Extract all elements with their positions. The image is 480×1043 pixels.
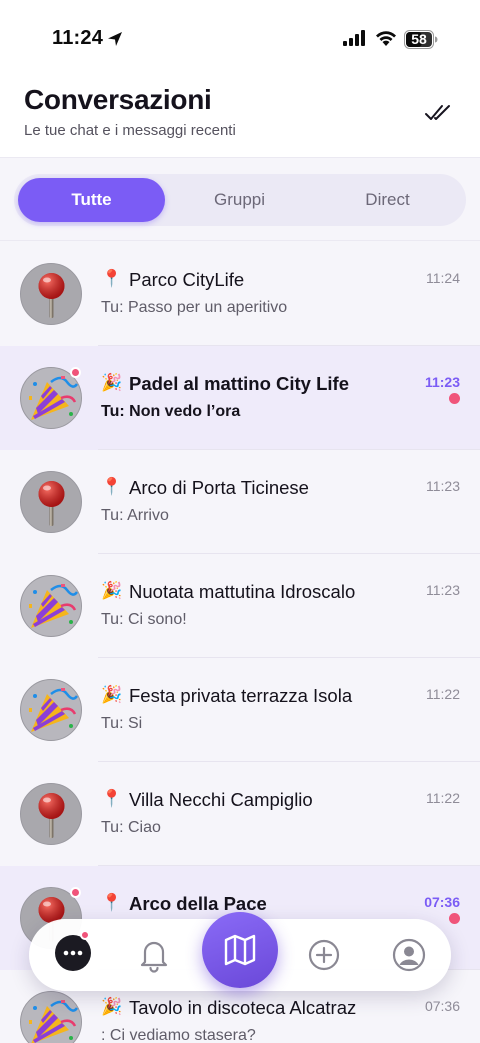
conversation-title: Nuotata mattutina Idroscalo: [129, 581, 356, 602]
conversation-title: Padel al mattino City Life: [129, 373, 349, 394]
conversation-title: Villa Necchi Campiglio: [129, 789, 313, 810]
conversation-time: 11:23: [426, 582, 460, 598]
profile-icon[interactable]: [391, 937, 427, 973]
tab-gruppi[interactable]: Gruppi: [166, 178, 313, 222]
map-pin-avatar[interactable]: [20, 783, 82, 845]
party-popper-avatar[interactable]: [20, 991, 82, 1043]
conversation-title: Tavolo in discoteca Alcatraz: [129, 997, 357, 1018]
conversation-row[interactable]: 📍 Arco di Porta Ticinese Tu: Arrivo 11:23: [0, 450, 480, 554]
map-pin-icon: 📍: [101, 789, 123, 808]
tab-direct[interactable]: Direct: [314, 178, 461, 222]
conversation-preview: Tu: Arrivo: [101, 507, 169, 524]
conversation-preview: : Ci vediamo stasera?: [101, 1027, 256, 1043]
cellular-signal-icon: [343, 30, 365, 46]
battery-level: 58: [411, 31, 427, 47]
conversation-time: 11:24: [426, 270, 460, 286]
conversation-title: Parco CityLife: [129, 269, 245, 290]
conversation-row[interactable]: 🎉 Nuotata mattutina Idroscalo Tu: Ci sono!…: [0, 554, 480, 658]
conversation-time: 07:36: [424, 894, 460, 910]
conversation-preview: Tu: Si: [101, 715, 143, 732]
conversation-time: 11:22: [426, 790, 460, 806]
party-popper-avatar[interactable]: [20, 575, 82, 637]
map-pin-icon: 📍: [101, 477, 123, 496]
filter-area: Tutte Gruppi Direct: [0, 159, 480, 241]
party-popper-icon: 🎉: [101, 997, 123, 1016]
conversation-preview: Tu: Non vedo l’ora: [101, 403, 241, 420]
map-pin-avatar[interactable]: [20, 471, 82, 533]
conversation-time: 07:36: [424, 998, 460, 1014]
conversation-row[interactable]: 📍 Parco CityLife Tu: Passo per un aperitiv…: [0, 242, 480, 346]
party-popper-avatar[interactable]: [20, 679, 82, 741]
tab-tutte[interactable]: Tutte: [18, 178, 165, 222]
status-bar: 11:24 58: [0, 0, 480, 70]
unread-indicator: [449, 913, 460, 924]
conversation-preview: Tu: Ci sono!: [101, 611, 187, 628]
conversation-title: Arco di Porta Ticinese: [129, 477, 309, 498]
unread-indicator: [449, 393, 460, 404]
page-title: Conversazioni: [24, 84, 212, 115]
party-popper-icon: 🎉: [101, 685, 123, 704]
avatar-unread-dot: [70, 367, 81, 378]
conversation-preview: Tu: Ciao: [101, 819, 161, 836]
conversation-row[interactable]: 🎉 Festa privata terrazza Isola Tu: Si 11:22: [0, 658, 480, 762]
conversation-time: 11:23: [426, 478, 460, 494]
plus-circle-icon[interactable]: [306, 937, 342, 973]
conversation-preview: Tu: Passo per un aperitivo: [101, 299, 288, 316]
chat-icon[interactable]: [55, 935, 91, 971]
conversation-time: 11:23: [424, 374, 460, 390]
wifi-icon: [376, 31, 396, 46]
location-arrow-icon: [108, 32, 122, 46]
map-pin-icon: 📍: [101, 893, 123, 912]
map-button[interactable]: [202, 912, 278, 988]
map-icon: [224, 934, 256, 966]
avatar-unread-dot: [70, 887, 81, 898]
chat-unread-dot: [80, 930, 90, 940]
bottom-tab-bar: [29, 912, 451, 991]
conversation-title: Festa privata terrazza Isola: [129, 685, 353, 706]
conversation-time: 11:22: [426, 686, 460, 702]
conversation-row[interactable]: 📍 Villa Necchi Campiglio Tu: Ciao 11:22: [0, 762, 480, 866]
page-subtitle: Le tue chat e i messaggi recenti: [24, 122, 236, 139]
filter-segmented-control: Tutte Gruppi Direct: [14, 174, 466, 226]
status-time: 11:24: [52, 27, 104, 49]
header: Conversazioni Le tue chat e i messaggi r…: [0, 70, 480, 158]
bell-icon[interactable]: [137, 937, 171, 973]
mark-all-read-icon[interactable]: [422, 98, 454, 126]
party-popper-icon: 🎉: [101, 581, 123, 600]
map-pin-avatar[interactable]: [20, 263, 82, 325]
party-popper-icon: 🎉: [101, 373, 123, 392]
conversation-row[interactable]: 🎉 Padel al mattino City Life Tu: Non vedo …: [0, 346, 480, 450]
map-pin-icon: 📍: [101, 269, 123, 288]
